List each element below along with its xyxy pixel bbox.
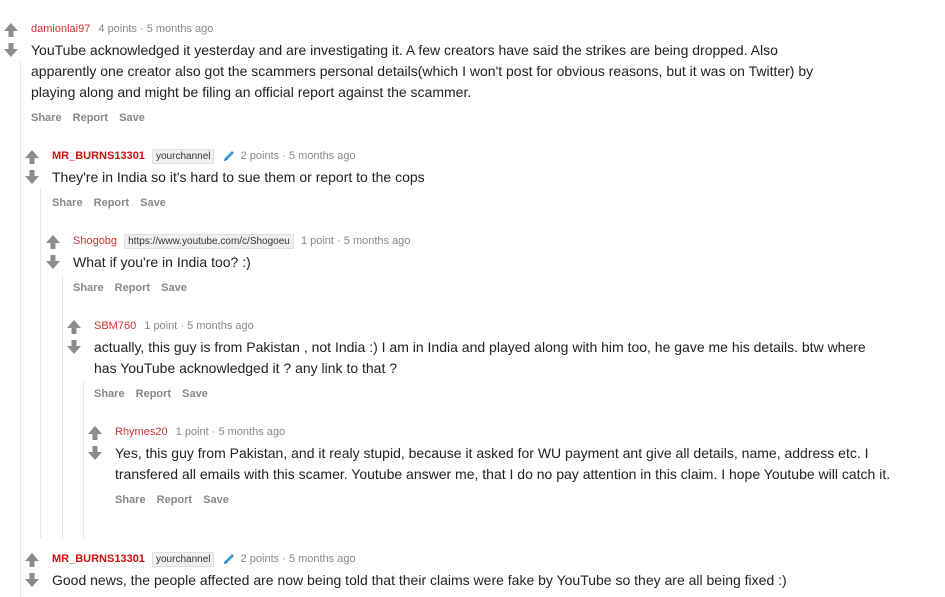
share-button[interactable]: Share: [31, 112, 62, 124]
pencil-icon: [223, 151, 234, 162]
vote-column: [45, 234, 61, 270]
author-link[interactable]: Shogobg: [73, 235, 117, 247]
comment-body: YouTube acknowledged it yesterday and ar…: [31, 42, 814, 100]
author-link[interactable]: MR_BURNS13301: [52, 553, 145, 565]
share-button[interactable]: Share: [94, 388, 125, 400]
score: 1 point: [300, 235, 334, 247]
vote-column: [3, 22, 19, 58]
comment-tagline: MR_BURNS13301 yourchannel 2 points · 5 m…: [52, 552, 902, 567]
save-button[interactable]: Save: [182, 388, 208, 400]
report-button[interactable]: Report: [136, 388, 171, 400]
downvote-arrow-icon[interactable]: [66, 339, 82, 355]
comment-tagline: SBM760 1 point · 5 months ago: [94, 319, 884, 333]
comment-actions: Share Report Save: [94, 388, 884, 400]
vote-column: [66, 319, 82, 355]
share-button[interactable]: Share: [52, 197, 83, 209]
separator: ·: [282, 553, 286, 565]
author-link[interactable]: Rhymes20: [115, 426, 168, 438]
report-button[interactable]: Report: [94, 197, 129, 209]
author-link[interactable]: MR_BURNS13301: [52, 150, 145, 162]
report-button[interactable]: Report: [73, 112, 108, 124]
timestamp: 5 months ago: [218, 426, 286, 438]
save-button[interactable]: Save: [119, 112, 145, 124]
upvote-arrow-icon[interactable]: [45, 234, 61, 250]
upvote-arrow-icon[interactable]: [87, 425, 103, 441]
separator: ·: [337, 235, 341, 247]
share-button[interactable]: Share: [73, 282, 104, 294]
comment-body: What if you're in India too? :): [73, 254, 251, 270]
user-flair: yourchannel: [152, 149, 215, 164]
share-button[interactable]: Share: [115, 494, 146, 506]
user-flair: https://www.youtube.com/c/Shogoeu: [124, 234, 294, 249]
score: 2 points: [240, 553, 280, 565]
timestamp: 5 months ago: [288, 150, 356, 162]
upvote-arrow-icon[interactable]: [24, 552, 40, 568]
comment-actions: Share Report Save: [115, 494, 915, 506]
separator: ·: [282, 150, 286, 162]
downvote-arrow-icon[interactable]: [24, 169, 40, 185]
user-flair: yourchannel: [152, 552, 215, 567]
upvote-arrow-icon[interactable]: [24, 149, 40, 165]
upvote-arrow-icon[interactable]: [66, 319, 82, 335]
thread-line-level-2: [62, 275, 63, 538]
report-button[interactable]: Report: [157, 494, 192, 506]
comment-body: They're in India so it's hard to sue the…: [52, 169, 425, 185]
comment-tagline: Rhymes20 1 point · 5 months ago: [115, 425, 915, 439]
comment-actions: Share Report Save: [31, 112, 831, 124]
thread-line-level-1: [40, 188, 41, 538]
comment-body: actually, this guy is from Pakistan , no…: [94, 339, 866, 376]
pencil-icon: [223, 554, 234, 565]
timestamp: 5 months ago: [288, 553, 356, 565]
upvote-arrow-icon[interactable]: [3, 22, 19, 38]
comment-tagline: MR_BURNS13301 yourchannel 2 points · 5 m…: [52, 149, 812, 164]
save-button[interactable]: Save: [161, 282, 187, 294]
timestamp: 5 months ago: [146, 23, 214, 35]
separator: ·: [139, 23, 144, 35]
author-link[interactable]: damionlai97: [31, 23, 90, 35]
save-button[interactable]: Save: [203, 494, 229, 506]
vote-column: [24, 552, 40, 588]
report-button[interactable]: Report: [115, 282, 150, 294]
vote-column: [87, 425, 103, 461]
save-button[interactable]: Save: [140, 197, 166, 209]
separator: ·: [211, 426, 216, 438]
score: 4 points: [98, 23, 137, 35]
downvote-arrow-icon[interactable]: [24, 572, 40, 588]
author-link[interactable]: SBM760: [94, 320, 136, 332]
comment-body: Good news, the people affected are now b…: [52, 572, 787, 588]
downvote-arrow-icon[interactable]: [87, 445, 103, 461]
comment-tagline: damionlai97 4 points · 5 months ago: [31, 22, 831, 36]
thread-line-level-3: [83, 380, 84, 538]
comment-body: Yes, this guy from Pakistan, and it real…: [115, 445, 891, 482]
timestamp: 5 months ago: [343, 235, 411, 247]
comment-actions: Share Report Save: [52, 197, 812, 209]
score: 1 point: [144, 320, 178, 332]
downvote-arrow-icon[interactable]: [3, 42, 19, 58]
vote-column: [24, 149, 40, 185]
timestamp: 5 months ago: [187, 320, 254, 332]
separator: ·: [180, 320, 185, 332]
comment-actions: Share Report Save: [73, 282, 813, 294]
score: 2 points: [240, 150, 280, 162]
downvote-arrow-icon[interactable]: [45, 254, 61, 270]
comment-tagline: Shogobg https://www.youtube.com/c/Shogoe…: [73, 234, 813, 249]
score: 1 point: [175, 426, 209, 438]
thread-line-level-0: [20, 62, 21, 597]
